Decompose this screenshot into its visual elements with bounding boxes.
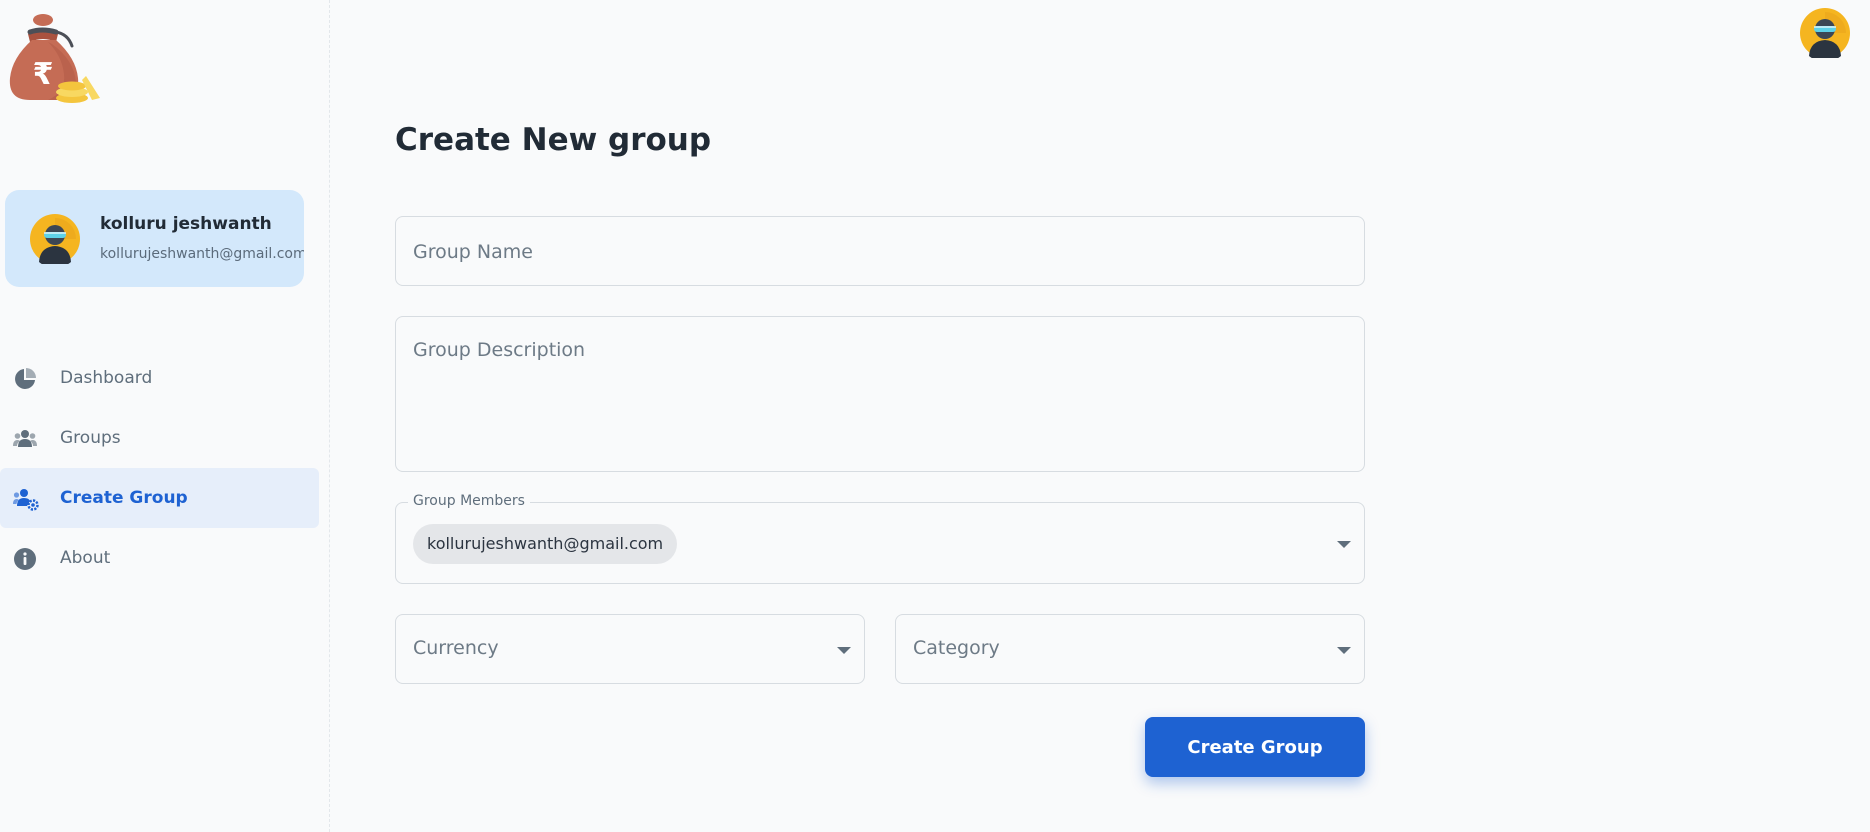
group-members-label: Group Members	[408, 493, 530, 509]
sidebar-item-label: About	[60, 548, 111, 568]
user-avatar-icon	[1800, 8, 1850, 62]
users-icon	[13, 427, 37, 451]
group-name-input[interactable]	[413, 239, 1343, 265]
sidebar-item-about[interactable]: About	[0, 528, 319, 588]
sidebar-item-create-group[interactable]: Create Group	[0, 468, 319, 528]
info-icon	[13, 547, 37, 571]
users-gear-icon	[13, 487, 39, 511]
chevron-down-icon[interactable]	[1337, 647, 1351, 654]
category-select[interactable]: Category	[895, 614, 1365, 684]
sidebar-item-groups[interactable]: Groups	[0, 408, 319, 468]
svg-text:₹: ₹	[33, 57, 54, 92]
sidebar-item-dashboard[interactable]: Dashboard	[0, 348, 319, 408]
member-chip[interactable]: kollurujeshwanth@gmail.com	[413, 524, 678, 564]
create-group-button[interactable]: Create Group	[1145, 717, 1365, 777]
chevron-down-icon[interactable]	[837, 647, 851, 654]
group-description-input[interactable]	[413, 339, 1343, 449]
currency-select[interactable]: Currency	[395, 614, 865, 684]
chevron-down-icon[interactable]	[1337, 541, 1351, 548]
group-name-field[interactable]	[395, 216, 1365, 286]
sidebar-nav: Dashboard Groups Create Group About	[0, 348, 319, 588]
sidebar-item-label: Dashboard	[60, 368, 153, 388]
sidebar-item-label: Create Group	[60, 488, 188, 508]
user-email: kollurujeshwanth@gmail.com	[100, 246, 304, 262]
sidebar: ₹ kolluru jeshwanth kollurujeshwanth@gma…	[0, 0, 330, 832]
page-title: Create New group	[395, 122, 712, 158]
user-name: kolluru jeshwanth	[100, 214, 272, 234]
currency-label: Currency	[413, 637, 499, 659]
user-profile-card[interactable]: kolluru jeshwanth kollurujeshwanth@gmail…	[5, 190, 304, 287]
user-avatar-icon	[30, 214, 80, 268]
group-members-select[interactable]: Group Members kollurujeshwanth@gmail.com	[395, 493, 1365, 584]
account-avatar-button[interactable]	[1800, 8, 1850, 62]
sidebar-item-label: Groups	[60, 428, 121, 448]
money-bag-rupee-icon[interactable]: ₹	[8, 12, 108, 104]
group-description-field[interactable]	[395, 316, 1365, 472]
pie-chart-icon	[13, 367, 37, 391]
category-label: Category	[913, 637, 1000, 659]
